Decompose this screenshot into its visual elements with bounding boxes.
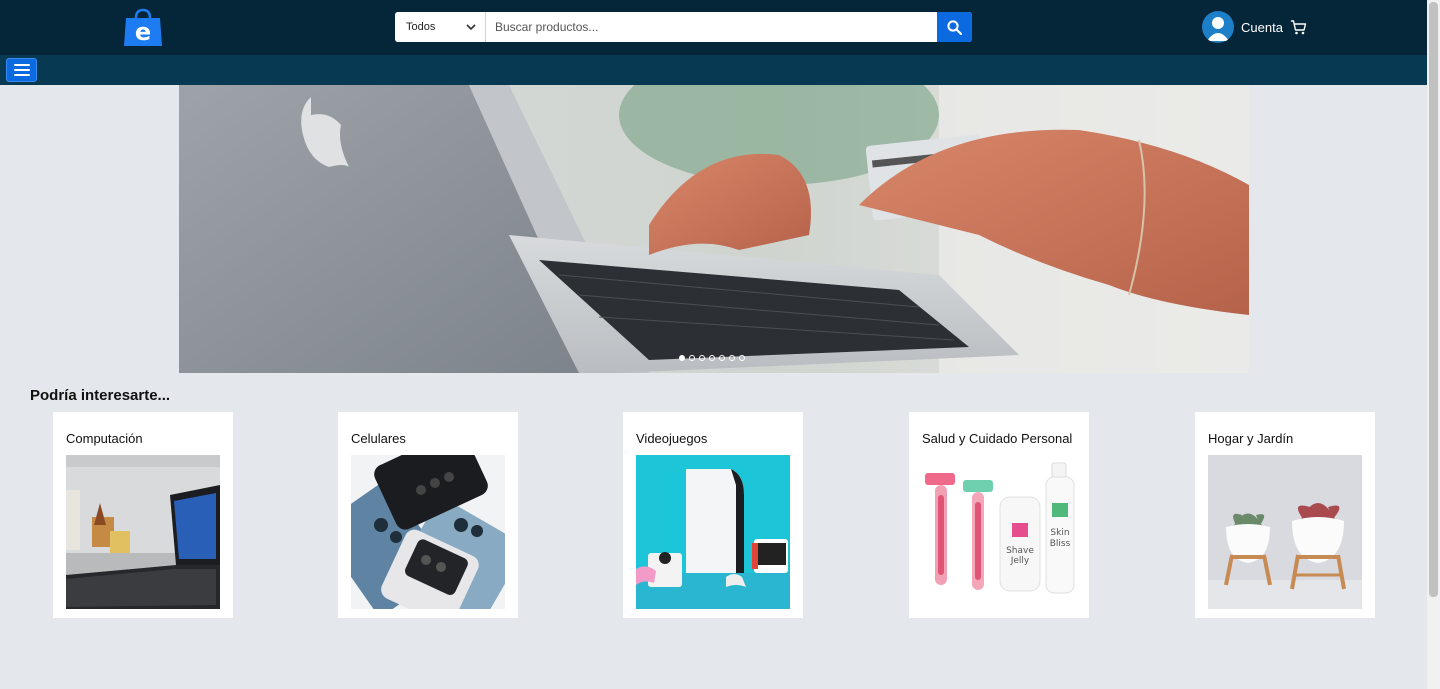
top-header: e Todos Cuenta [0,0,1427,55]
smartphones-image [351,455,505,609]
planters-image [1208,455,1362,609]
carousel-dot[interactable] [719,355,725,361]
svg-text:Bliss: Bliss [1050,539,1071,549]
carousel-dot[interactable] [729,355,735,361]
search-button[interactable] [937,12,972,42]
hero-image [179,85,1249,373]
carousel-dot[interactable] [679,355,685,361]
scrollbar-thumb[interactable] [1429,2,1438,597]
category-card-computacion[interactable]: Computación [53,412,233,618]
svg-text:Shave: Shave [1006,546,1034,556]
carousel-dot[interactable] [689,355,695,361]
category-card-hogar[interactable]: Hogar y Jardín [1195,412,1375,618]
search-bar: Todos [395,12,972,42]
category-card-title: Celulares [351,431,406,446]
store-logo[interactable]: e [122,8,164,48]
menu-line [13,64,30,66]
category-card-salud[interactable]: Salud y Cuidado Personal Shave Jelly Ski… [909,412,1089,618]
category-card-celulares[interactable]: Celulares [338,412,518,618]
user-icon [1202,11,1234,43]
menu-line [13,74,30,76]
hero-carousel[interactable] [179,85,1249,373]
personal-care-image: Shave Jelly Skin Bliss [922,455,1076,609]
category-card-title: Videojuegos [636,431,708,446]
category-select[interactable]: Todos [395,12,486,42]
section-title: Podría interesarte... [30,387,171,404]
carousel-indicators [679,355,745,361]
menu-line [13,69,30,71]
search-input[interactable] [486,12,937,42]
hamburger-menu-button[interactable] [6,58,37,82]
svg-text:Jelly: Jelly [1010,556,1030,566]
carousel-dot[interactable] [739,355,745,361]
cart-icon[interactable] [1290,19,1307,36]
chevron-down-icon [466,23,476,30]
category-card-title: Hogar y Jardín [1208,431,1294,446]
category-card-title: Computación [66,431,143,446]
account-button[interactable]: Cuenta [1202,11,1283,43]
category-card-videojuegos[interactable]: Videojuegos [623,412,803,618]
carousel-dot[interactable] [709,355,715,361]
carousel-dot[interactable] [699,355,705,361]
account-label: Cuenta [1241,19,1283,35]
category-card-title: Salud y Cuidado Personal [922,431,1073,446]
category-select-value: Todos [406,21,436,33]
search-icon [947,19,962,35]
consoles-image [636,455,790,609]
svg-text:Skin: Skin [1050,528,1069,538]
laptop-image [66,455,220,609]
page-scrollbar[interactable] [1427,0,1440,689]
nav-bar [0,55,1427,85]
logo-letter: e [135,18,151,46]
